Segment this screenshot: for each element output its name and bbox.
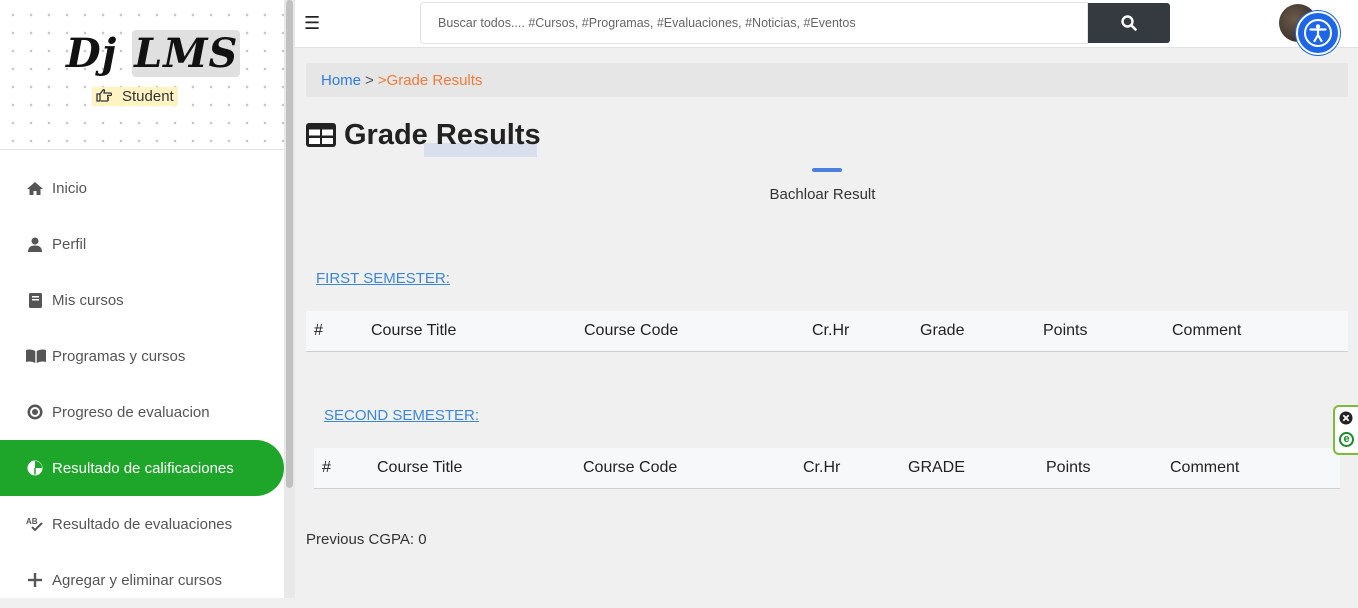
close-icon[interactable] (1339, 411, 1353, 430)
topbar: ☰ (295, 0, 1358, 55)
result-subtitle-text: Bachloar Result (769, 186, 876, 203)
table-header-course-code: Course Code (583, 459, 678, 476)
side-extension-widget[interactable]: e (1333, 405, 1358, 455)
sidebar-item-label: Mis cursos (52, 291, 124, 309)
sidebar-item-label: Resultado de evaluaciones (52, 515, 233, 533)
book-open-icon (26, 349, 46, 363)
accessibility-button[interactable] (1296, 11, 1340, 55)
sidebar-menu: Inicio Perfil Mis cursos Programas y cur… (0, 160, 284, 608)
sidebar-item-label: Agregar y eliminar cursos (52, 571, 223, 589)
scrollbar-thumb[interactable] (286, 0, 293, 488)
extension-e-icon[interactable]: e (1339, 432, 1354, 447)
sidebar-item-agregar-eliminar[interactable]: Agregar y eliminar cursos (0, 552, 284, 608)
breadcrumb-separator: > (365, 71, 374, 89)
table-header-points: Points (1043, 322, 1088, 339)
table-header-comment: Comment (1170, 459, 1240, 476)
table-header-index: # (322, 459, 331, 476)
svg-text:AB: AB (26, 517, 38, 526)
book-icon (26, 292, 44, 308)
hand-pointing-icon (96, 88, 113, 105)
breadcrumb-current: >Grade Results (377, 71, 483, 89)
sidebar-item-progreso[interactable]: Progreso de evaluacion (0, 384, 284, 440)
sidebar-item-label: Perfil (52, 235, 87, 253)
table-header-index: # (314, 322, 323, 339)
table-header-grade: GRADE (908, 459, 965, 476)
first-semester-link[interactable]: FIRST SEMESTER: (316, 270, 450, 287)
sidebar-item-resultado-evaluaciones[interactable]: AB Resultado de evaluaciones (0, 496, 284, 552)
sidebar-item-resultado-calificaciones[interactable]: Resultado de calificaciones (0, 440, 284, 496)
sidebar-item-label: Progreso de evaluacion (52, 403, 210, 421)
role-badge: Student (92, 87, 178, 106)
sidebar-item-label: Programas y cursos (52, 347, 186, 365)
breadcrumb-home-link[interactable]: Home (321, 72, 361, 89)
second-semester-table: # Course Title Course Code Cr.Hr GRADE P… (314, 448, 1340, 489)
table-header-course-code: Course Code (584, 322, 679, 339)
result-subtitle: Bachloar Result (0, 186, 1358, 203)
table-header-course-title: Course Title (377, 459, 463, 476)
page-title-text: Grade Results (344, 119, 541, 151)
target-icon (26, 404, 44, 420)
menu-toggle-icon[interactable]: ☰ (304, 13, 320, 33)
logo-prefix: Dj (66, 30, 118, 77)
page-title: Grade Results (306, 116, 541, 154)
sidebar-scrollbar[interactable] (284, 0, 295, 598)
table-header-comment: Comment (1172, 322, 1242, 339)
search-icon (1121, 15, 1137, 31)
user-icon (26, 237, 44, 252)
search-input[interactable] (420, 2, 1088, 44)
table-header-course-title: Course Title (371, 322, 457, 339)
table-header-credit-hours: Cr.Hr (812, 322, 850, 339)
role-label: Student (122, 88, 174, 105)
title-underline (812, 168, 842, 172)
plus-icon (26, 573, 44, 587)
pie-chart-icon (26, 460, 44, 476)
sidebar-header: Dj LMS Student (0, 0, 284, 150)
logo-main: LMS (132, 30, 241, 77)
previous-cgpa: Previous CGPA: 0 (306, 531, 427, 548)
table-header-grade: Grade (920, 322, 965, 339)
table-header-credit-hours: Cr.Hr (803, 459, 841, 476)
sidebar-item-label: Resultado de calificaciones (52, 459, 234, 477)
accessibility-icon (1303, 18, 1333, 48)
logo[interactable]: Dj LMS (66, 30, 241, 77)
table-icon (306, 123, 336, 147)
sidebar: Dj LMS Student Inicio Perfil Mis cursos … (0, 0, 284, 598)
table-header-points: Points (1046, 459, 1091, 476)
sidebar-item-mis-cursos[interactable]: Mis cursos (0, 272, 284, 328)
sidebar-item-programas[interactable]: Programas y cursos (0, 328, 284, 384)
second-semester-link[interactable]: SECOND SEMESTER: (324, 407, 479, 424)
breadcrumb: Home > >Grade Results (306, 63, 1348, 97)
search-button[interactable] (1088, 3, 1170, 43)
spell-check-icon: AB (26, 516, 46, 532)
sidebar-item-perfil[interactable]: Perfil (0, 216, 284, 272)
first-semester-table: # Course Title Course Code Cr.Hr Grade P… (306, 311, 1348, 352)
